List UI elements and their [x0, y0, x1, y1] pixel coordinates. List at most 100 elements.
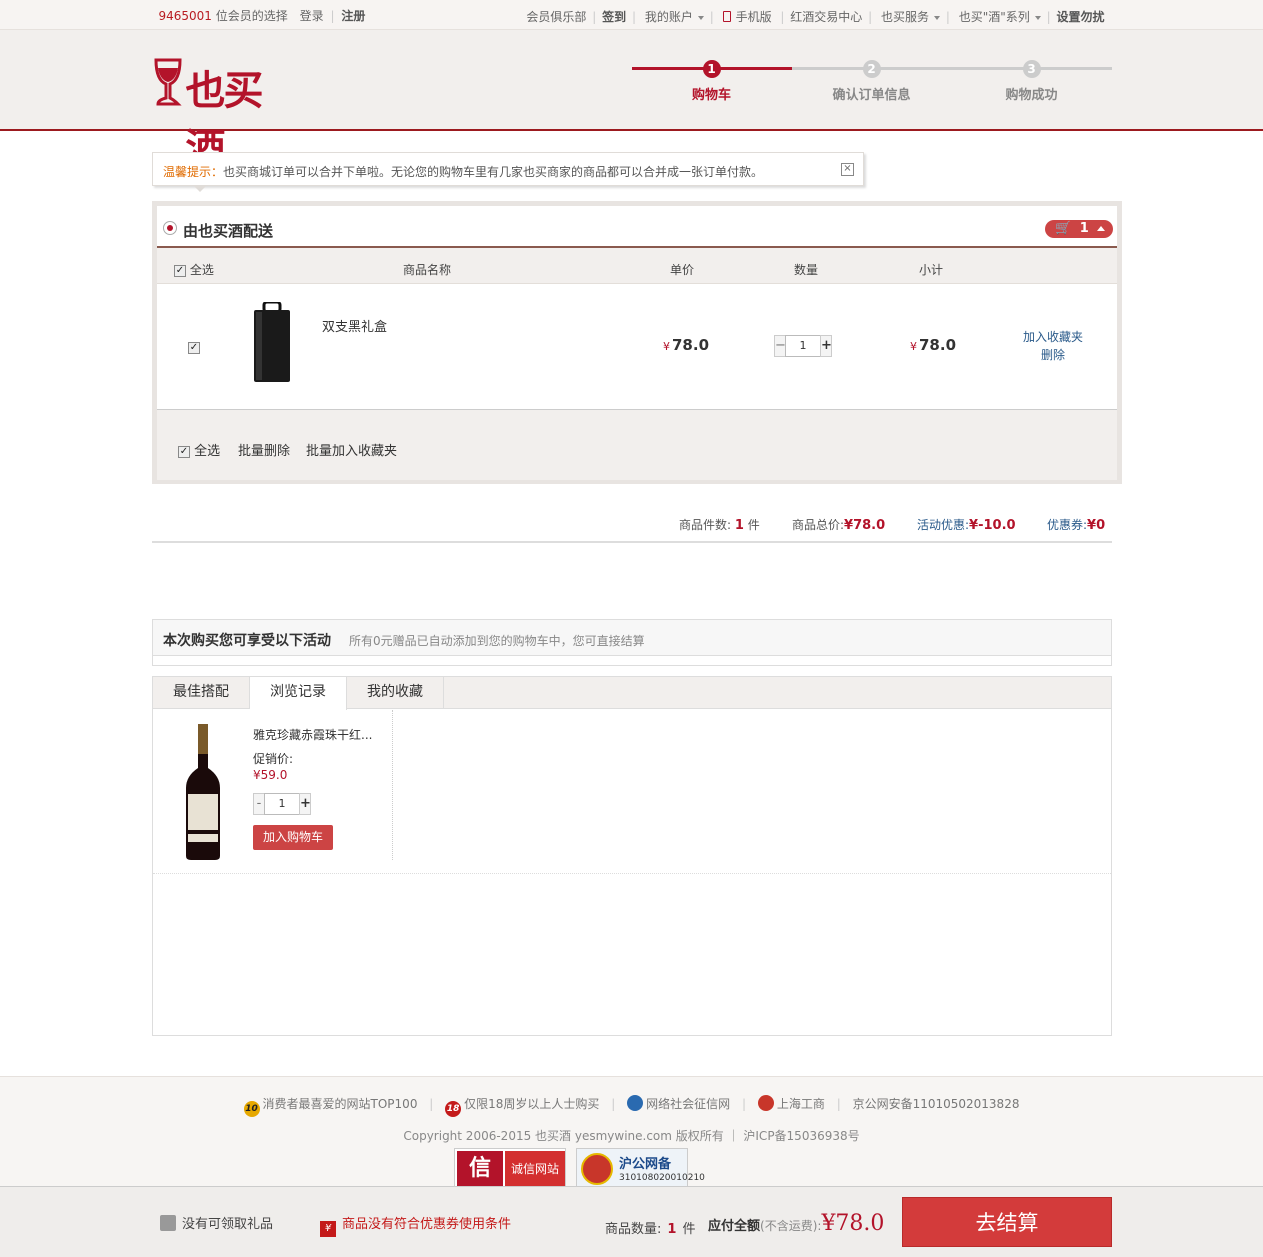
cart-item-row: ✓ 双支黑礼盒 ¥78.0 − 1 + ¥78.0 加入收藏夹 删除: [157, 284, 1117, 410]
count-label: 商品数量:: [605, 1222, 662, 1237]
activity-box: 本次购买您可享受以下活动 所有0元赠品已自动添加到您的购物车中，您可直接结算: [152, 619, 1112, 666]
select-all-label: 全选: [194, 444, 221, 459]
tip-body: 也买商城订单可以合并下单啦。无论您的购物车里有几家也买商家的商品都可以合并成一张…: [223, 165, 764, 179]
coupon-value: ¥0: [1087, 518, 1106, 533]
add-favorite-link[interactable]: 加入收藏夹: [1023, 328, 1083, 346]
cart-count-badge[interactable]: 🛒 1: [1045, 220, 1113, 238]
product-name[interactable]: 双支黑礼盒: [322, 316, 387, 335]
col-name: 商品名称: [403, 263, 452, 277]
step-success: 3 购物成功: [951, 60, 1112, 103]
wine-exchange-link[interactable]: 红酒交易中心: [790, 10, 862, 24]
total-label: 商品总价:: [792, 518, 845, 532]
tab-best-match[interactable]: 最佳搭配: [153, 677, 250, 709]
no-shipping-note: (不含运费):: [760, 1219, 822, 1233]
qty-plus-button[interactable]: +: [299, 793, 311, 815]
subtotal: ¥78.0: [910, 336, 956, 354]
currency-symbol: ¥: [910, 340, 917, 353]
step-label: 确认订单信息: [832, 88, 911, 103]
sign-in-link[interactable]: 签到: [602, 10, 626, 24]
activity-title: 本次购买您可享受以下活动: [163, 633, 331, 649]
service-link[interactable]: 也买服务: [878, 10, 941, 24]
summary-coupon: 优惠券:¥0: [1047, 516, 1105, 533]
chevron-down-icon: [934, 15, 941, 20]
step-confirm: 2 确认订单信息: [791, 60, 952, 103]
add-to-cart-button[interactable]: 加入购物车: [253, 825, 333, 850]
member-club-link[interactable]: 会员俱乐部: [526, 10, 586, 24]
my-account-link[interactable]: 我的账户: [642, 10, 704, 24]
gift-text: 没有可领取礼品: [182, 1217, 274, 1232]
select-all-footer[interactable]: ✓ 全选: [178, 440, 220, 459]
age-18-icon: 18: [445, 1101, 462, 1117]
delete-link[interactable]: 删除: [1023, 346, 1083, 364]
credit-site-badge[interactable]: 信 诚信网站: [454, 1148, 566, 1188]
mobile-link[interactable]: 手机版: [720, 10, 775, 24]
col-qty: 数量: [794, 263, 819, 277]
quantity-stepper: − 1 +: [774, 335, 832, 357]
police-emblem-icon: [581, 1153, 613, 1185]
promo-label[interactable]: 活动优惠:: [917, 518, 969, 532]
ship-radio[interactable]: [163, 221, 177, 235]
credit-badge-right: 诚信网站: [505, 1151, 565, 1187]
step-cart: 1 购物车: [631, 60, 792, 103]
coupon-label[interactable]: 优惠券:: [1047, 518, 1087, 532]
summary-count: 商品件数: 1 件: [679, 516, 760, 533]
promo-price: ¥59.0: [253, 768, 288, 782]
qty-input[interactable]: 1: [264, 793, 300, 815]
police-badge-number: 310108020010210: [619, 1173, 705, 1183]
police-record-badge[interactable]: 沪公网备 310108020010210: [576, 1148, 705, 1188]
payable-total: 应付全额(不含运费):¥78.0: [708, 1211, 884, 1236]
series-link[interactable]: 也买"酒"系列: [956, 10, 1041, 24]
history-product: 雅克珍藏赤霞珠干红... 促销价: ¥59.0 - 1 + 加入购物车: [153, 710, 393, 860]
close-icon[interactable]: ×: [841, 163, 854, 176]
quantity-stepper: - 1 +: [253, 793, 311, 815]
qty-input[interactable]: 1: [785, 335, 821, 357]
batch-favorite-link[interactable]: 批量加入收藏夹: [306, 440, 397, 459]
login-link[interactable]: 登录: [300, 9, 324, 23]
product-image[interactable]: [252, 302, 292, 384]
tab-history[interactable]: 浏览记录: [250, 677, 347, 710]
award-icon: 10: [243, 1101, 260, 1117]
phone-icon: [722, 11, 731, 22]
shield-icon: [627, 1095, 644, 1111]
count-unit: 件: [747, 518, 760, 532]
service-label: 也买服务: [881, 10, 930, 24]
promo-price-label: 促销价:: [253, 752, 294, 766]
step-num: 2: [862, 60, 881, 78]
count-label: 商品件数:: [679, 518, 732, 532]
unit-price: ¥78.0: [663, 336, 709, 354]
dnd-link[interactable]: 设置勿扰: [1056, 10, 1104, 24]
item-checkbox[interactable]: ✓: [188, 340, 200, 354]
select-all-header[interactable]: ✓ 全选: [174, 261, 214, 278]
qty-plus-button[interactable]: +: [820, 335, 832, 357]
tip-text: 温馨提示：也买商城订单可以合并下单啦。无论您的购物车里有几家也买商家的商品都可以…: [163, 163, 763, 180]
footer-link-aic[interactable]: 上海工商: [757, 1095, 825, 1111]
payable-amount: ¥78.0: [821, 1211, 885, 1236]
tab-favorites[interactable]: 我的收藏: [347, 677, 444, 709]
activity-header: 本次购买您可享受以下活动 所有0元赠品已自动添加到您的购物车中，您可直接结算: [153, 620, 1111, 656]
col-unit-price: 单价: [670, 263, 695, 277]
ship-header: 由也买酒配送 🛒 1: [157, 206, 1117, 248]
coupon-icon: ¥: [320, 1221, 336, 1237]
wine-bottle-image[interactable]: [183, 724, 223, 860]
register-link[interactable]: 注册: [341, 9, 365, 23]
checkbox-checked-icon[interactable]: ✓: [174, 264, 186, 277]
footer-link-credit[interactable]: 网络社会征信网: [627, 1095, 731, 1111]
checkbox-checked-icon[interactable]: ✓: [178, 445, 190, 458]
footer-link-top100[interactable]: 10 消费者最喜爱的网站TOP100: [243, 1097, 417, 1117]
header: 也买酒 1 购物车 2 确认订单信息 3 购物成功: [0, 30, 1263, 172]
coupon-info[interactable]: ¥ 商品没有符合优惠券使用条件: [320, 1213, 511, 1237]
footer-link-police[interactable]: 京公网安备11010502013828: [853, 1097, 1020, 1111]
batch-delete-link[interactable]: 批量删除: [238, 440, 290, 459]
logo[interactable]: 也买酒: [152, 54, 282, 172]
cart-count: 1: [1079, 221, 1089, 236]
footer-link-label: 网络社会征信网: [646, 1097, 731, 1111]
history-product-name[interactable]: 雅克珍藏赤霞珠干红...: [253, 726, 372, 743]
footer-link-18plus[interactable]: 18 仅限18周岁以上人士购买: [445, 1097, 599, 1117]
checkout-button[interactable]: 去结算: [902, 1197, 1112, 1247]
select-all-label: 全选: [189, 263, 214, 277]
chevron-down-icon: [1034, 15, 1041, 20]
recommend-tabs: 最佳搭配 浏览记录 我的收藏 雅克珍藏赤霞珠干红... 促销价: ¥59.0 -…: [152, 676, 1112, 1036]
col-subtotal: 小计: [919, 263, 944, 277]
checkout-bar: 没有可领取礼品 ¥ 商品没有符合优惠券使用条件 商品数量: 1 件 应付全额(不含运费…: [0, 1186, 1263, 1257]
checkbox-checked-icon[interactable]: ✓: [188, 341, 200, 354]
